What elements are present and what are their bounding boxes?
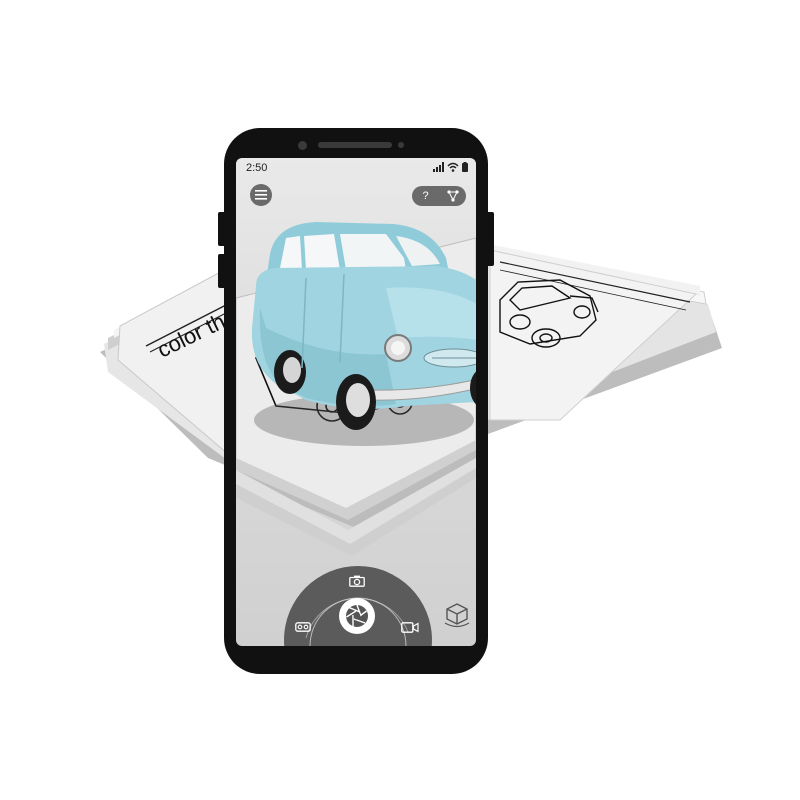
ar-cube-icon [444,603,470,628]
book-right-half [487,244,722,434]
vr-goggles-icon [295,622,311,632]
camera-icon [349,575,365,587]
photo-mode-button[interactable] [348,574,366,588]
signal-icon [433,162,444,172]
help-icon: ? [422,190,429,202]
video-camera-icon [401,621,419,633]
status-time: 2:50 [246,162,268,174]
share-icon [446,190,459,202]
shutter-button[interactable] [339,598,375,634]
smartphone: 2:50 ? [218,128,494,674]
shutter-aperture-icon [346,604,368,627]
menu-button[interactable] [250,184,272,206]
ar-camera-screen: 2:50 ? [236,158,476,646]
book-left-half [100,267,232,468]
battery-icon [462,162,468,172]
help-share-toolbar: ? [412,186,466,206]
front-camera [298,141,307,150]
status-icons [433,162,468,172]
power-button [486,212,494,266]
ar-objects-button[interactable] [444,602,470,628]
wifi-icon [447,162,459,172]
proximity-sensor [398,142,404,148]
hamburger-menu-icon [255,190,267,200]
ar-coloring-book-scene: color th car [0,0,800,800]
volume-up-button [218,212,226,246]
share-button[interactable] [443,186,463,206]
earpiece-speaker [318,142,392,148]
help-button[interactable]: ? [416,186,436,206]
vr-mode-button[interactable] [294,620,312,634]
video-mode-button[interactable] [400,620,420,634]
volume-down-button [218,254,226,288]
